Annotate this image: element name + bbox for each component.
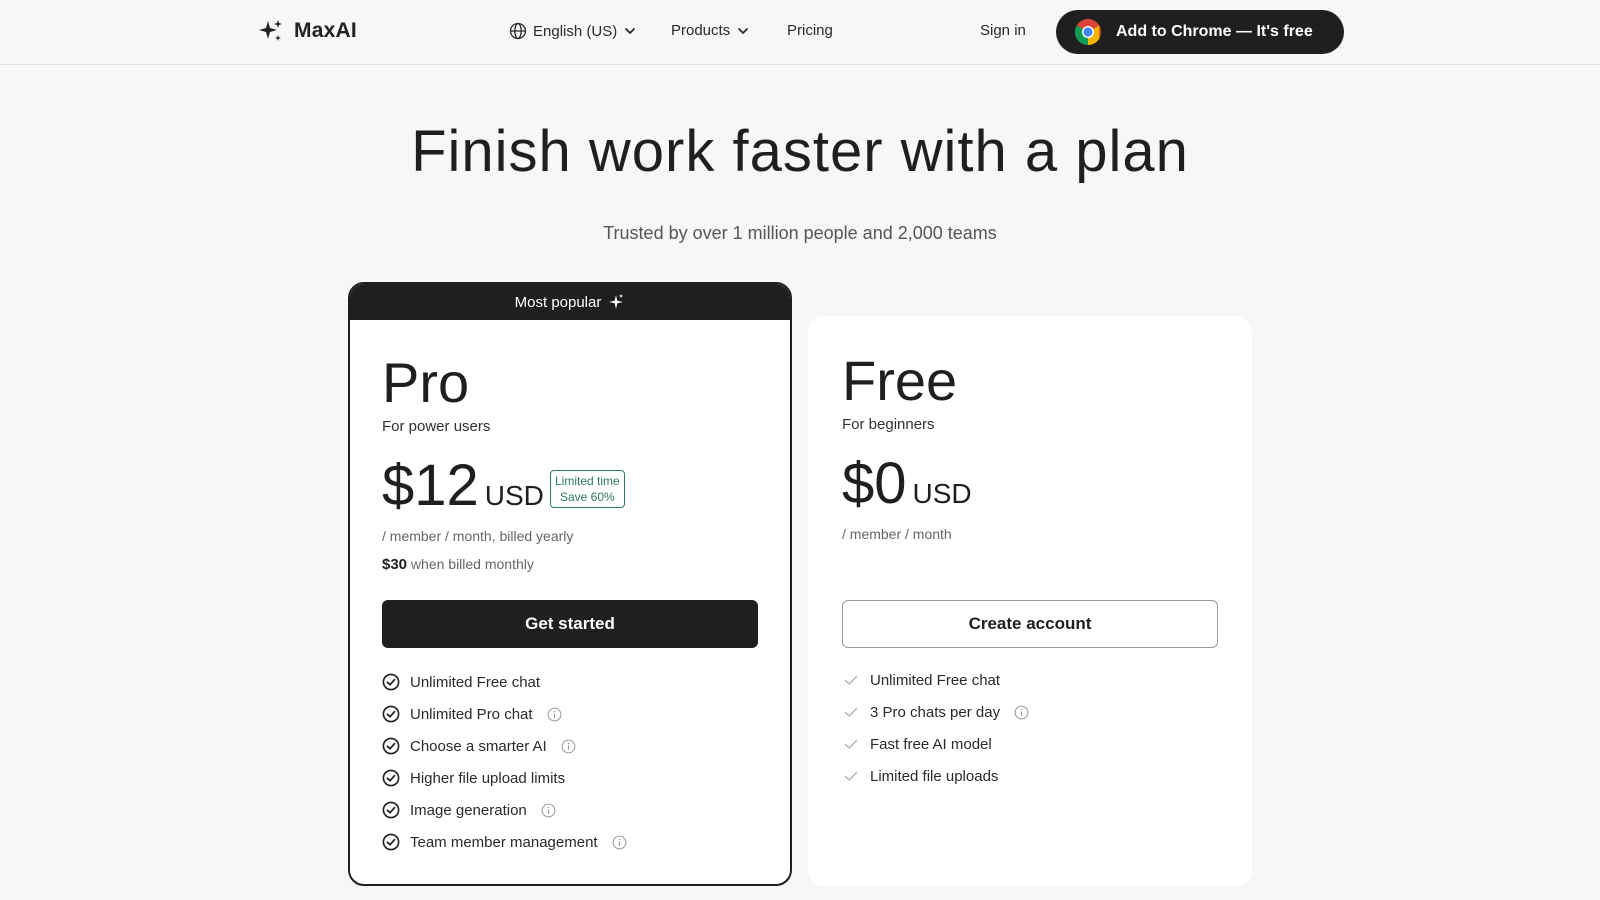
feature-label: Unlimited Pro chat [410, 705, 533, 723]
language-label: English (US) [533, 22, 618, 40]
pro-price: $12 USD [382, 452, 544, 519]
chevron-down-icon [738, 27, 749, 34]
pro-monthly-price: $30 [382, 556, 408, 573]
info-icon[interactable] [612, 835, 627, 850]
feature-label: Team member management [410, 833, 598, 851]
badge-line-2: Save 60% [559, 490, 615, 504]
check-icon [844, 707, 858, 717]
pro-plan-card: Most popular Pro For power users $12 USD… [348, 282, 792, 886]
info-icon[interactable] [547, 707, 562, 722]
circle-check-icon [382, 737, 400, 755]
feature-label: Image generation [410, 801, 527, 819]
sparkle-icon [609, 294, 624, 309]
top-navbar: MaxAI English (US) Products Pricing Sign… [0, 0, 1600, 65]
language-selector[interactable]: English (US) [509, 22, 637, 40]
get-started-label: Get started [525, 614, 615, 633]
pro-plan-description: For power users [382, 418, 491, 435]
pro-price-amount: $12 [382, 453, 479, 518]
pricing-link[interactable]: Pricing [787, 22, 833, 39]
check-icon [844, 675, 858, 685]
free-plan-description: For beginners [842, 416, 935, 433]
feature-label: Unlimited Free chat [870, 671, 1001, 689]
check-icon [844, 771, 858, 781]
most-popular-label: Most popular [514, 293, 602, 311]
sign-in-label: Sign in [980, 22, 1026, 39]
brand-logo[interactable]: MaxAI [258, 18, 357, 44]
products-label: Products [671, 22, 731, 39]
feature-item: Unlimited Pro chat [382, 698, 627, 730]
circle-check-icon [382, 769, 400, 787]
pro-monthly-text: when billed monthly [410, 556, 534, 572]
pro-monthly-note: $30 when billed monthly [382, 556, 534, 573]
feature-item: Image generation [382, 794, 627, 826]
page-subtitle: Trusted by over 1 million people and 2,0… [603, 223, 997, 243]
free-billing-note: / member / month [842, 526, 952, 542]
circle-check-icon [382, 705, 400, 723]
pro-price-currency: USD [484, 480, 544, 511]
limited-time-badge: Limited time Save 60% [550, 470, 625, 508]
pro-billing-note: / member / month, billed yearly [382, 528, 574, 544]
page-title: Finish work faster with a plan [411, 119, 1189, 184]
feature-label: Unlimited Free chat [410, 673, 541, 691]
sparkle-icon [259, 20, 282, 41]
circle-check-icon [382, 673, 400, 691]
chevron-down-icon [625, 28, 636, 34]
free-plan-card: Free For beginners $0 USD / member / mon… [808, 316, 1252, 886]
feature-item: Limited file uploads [842, 760, 1029, 792]
add-to-chrome-button[interactable]: Add to Chrome — It's free [1056, 10, 1344, 54]
add-to-chrome-label: Add to Chrome — It's free [1116, 23, 1313, 40]
create-account-button[interactable]: Create account [842, 600, 1218, 648]
feature-item: 3 Pro chats per day [842, 696, 1029, 728]
pricing-label: Pricing [787, 22, 833, 39]
feature-item: Choose a smarter AI [382, 730, 627, 762]
feature-item: Higher file upload limits [382, 762, 627, 794]
feature-item: Unlimited Free chat [842, 664, 1029, 696]
feature-label: Limited file uploads [870, 767, 999, 785]
chrome-icon [1074, 19, 1101, 46]
info-icon[interactable] [541, 803, 556, 818]
feature-item: Team member management [382, 826, 627, 858]
check-icon [844, 739, 858, 749]
pro-plan-name: Pro [382, 351, 470, 414]
products-menu[interactable]: Products [671, 22, 750, 39]
feature-label: Higher file upload limits [410, 769, 566, 787]
most-popular-ribbon: Most popular [350, 284, 790, 320]
pro-feature-list: Unlimited Free chat Unlimited Pro chat Cho… [382, 666, 627, 858]
circle-check-icon [382, 801, 400, 819]
free-price-currency: USD [912, 478, 972, 509]
circle-check-icon [382, 833, 400, 851]
globe-icon [509, 22, 527, 40]
feature-item: Fast free AI model [842, 728, 1029, 760]
free-plan-name: Free [842, 349, 958, 412]
create-account-label: Create account [968, 614, 1092, 633]
brand-name: MaxAI [294, 19, 357, 42]
feature-label: Fast free AI model [870, 735, 992, 753]
get-started-button[interactable]: Get started [382, 600, 758, 648]
feature-label: 3 Pro chats per day [870, 703, 1001, 721]
free-price-amount: $0 [842, 451, 907, 516]
feature-label: Choose a smarter AI [410, 737, 547, 755]
info-icon[interactable] [561, 739, 576, 754]
feature-item: Unlimited Free chat [382, 666, 627, 698]
info-icon[interactable] [1014, 705, 1029, 720]
free-feature-list: Unlimited Free chat 3 Pro chats per day Fa… [842, 664, 1029, 792]
free-price: $0 USD [842, 450, 972, 517]
badge-line-1: Limited time [555, 474, 620, 488]
sign-in-link[interactable]: Sign in [980, 22, 1026, 39]
